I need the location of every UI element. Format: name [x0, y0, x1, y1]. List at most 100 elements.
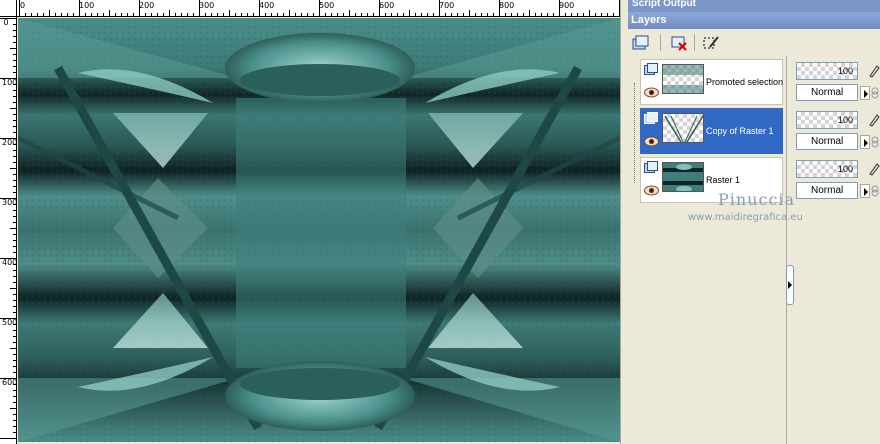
ruler-tick [187, 13, 188, 16]
tree-connector [634, 83, 635, 183]
ruler-tick [511, 13, 512, 16]
ruler-tick [13, 132, 16, 133]
ruler-tick [163, 13, 164, 16]
layer-row-copy-of-raster-1[interactable]: Copy of Raster 1 [640, 108, 783, 154]
ruler-tick [10, 288, 16, 289]
ruler-tick [529, 10, 530, 16]
ruler-tick [313, 13, 314, 16]
ruler-tick [67, 13, 68, 16]
ruler-label: 600 [379, 1, 395, 10]
edit-pen-icon[interactable] [868, 113, 880, 127]
ruler-tick [127, 13, 128, 16]
ruler-tick [13, 252, 16, 253]
ruler-tick [577, 13, 578, 16]
ruler-tick [91, 13, 92, 16]
ruler-tick [13, 294, 16, 295]
opacity-slider[interactable]: 100 [796, 62, 858, 80]
ruler-tick [79, 0, 80, 16]
ruler-tick [13, 426, 16, 427]
blend-mode-select[interactable]: Normal [796, 182, 858, 199]
image-canvas[interactable] [18, 18, 620, 442]
edit-pen-icon[interactable] [868, 162, 880, 176]
ruler-tick [0, 318, 16, 319]
ruler-tick [13, 120, 16, 121]
ruler-tick [247, 13, 248, 16]
blend-mode-select[interactable]: Normal [796, 84, 858, 101]
layers-panel-title[interactable]: Layers [628, 12, 880, 29]
edit-selection-button[interactable] [700, 32, 722, 53]
ruler-tick [13, 234, 16, 235]
ruler-tick [169, 10, 170, 16]
ruler-tick [13, 36, 16, 37]
edit-selection-icon [703, 35, 719, 48]
visibility-eye-icon[interactable] [644, 87, 659, 98]
ruler-tick [463, 13, 464, 16]
blend-mode-dropdown-arrow[interactable] [860, 184, 870, 198]
ruler-tick [409, 10, 410, 16]
ruler-label: 0 [3, 18, 9, 27]
ruler-tick [25, 13, 26, 16]
ruler-tick [223, 13, 224, 16]
opacity-slider[interactable]: 100 [796, 160, 858, 178]
ruler-tick [505, 13, 506, 16]
ruler-tick [379, 0, 380, 16]
ruler-label: 500 [319, 1, 335, 10]
blend-mode-dropdown-arrow[interactable] [860, 135, 870, 149]
ruler-tick [0, 78, 16, 79]
opacity-slider[interactable]: 100 [796, 111, 858, 129]
ruler-tick [217, 13, 218, 16]
ruler-label: 400 [2, 258, 17, 267]
ruler-tick [493, 13, 494, 16]
ruler-tick [13, 144, 16, 145]
edit-pen-icon[interactable] [868, 64, 880, 78]
ruler-tick [253, 13, 254, 16]
ruler-label: 300 [199, 1, 215, 10]
ruler-tick [139, 0, 140, 16]
ruler-tick [55, 13, 56, 16]
blend-mode-select[interactable]: Normal [796, 133, 858, 150]
ruler-label: 0 [20, 1, 26, 10]
ruler-tick [13, 312, 16, 313]
ruler-tick [10, 348, 16, 349]
opacity-value: 100 [837, 66, 853, 76]
ruler-tick [433, 13, 434, 16]
visibility-eye-icon[interactable] [644, 136, 659, 147]
psp-workspace: 0 100 200 300 400 500 600 700 800 900 0 … [0, 0, 880, 444]
link-icon[interactable] [870, 87, 880, 99]
ruler-corner [0, 0, 17, 17]
ruler-tick [13, 414, 16, 415]
panel-splitter[interactable] [786, 56, 794, 444]
ruler-tick [559, 0, 560, 16]
ruler-tick [211, 13, 212, 16]
script-output-panel-title[interactable]: Script Output [628, 0, 880, 12]
layer-row-promoted-selection[interactable]: Promoted selection [640, 59, 783, 105]
ruler-tick [13, 126, 16, 127]
delete-layer-button[interactable] [668, 32, 690, 53]
ruler-tick [121, 13, 122, 16]
ruler-tick [13, 72, 16, 73]
link-icon[interactable] [870, 185, 880, 197]
ruler-tick [43, 13, 44, 16]
visibility-eye-icon[interactable] [644, 185, 659, 196]
ruler-tick [307, 13, 308, 16]
link-icon[interactable] [870, 136, 880, 148]
ruler-tick [475, 13, 476, 16]
ruler-tick [13, 204, 16, 205]
ruler-tick [157, 13, 158, 16]
ruler-tick [73, 13, 74, 16]
ruler-tick [13, 276, 16, 277]
ruler-tick [13, 240, 16, 241]
ruler-tick [355, 13, 356, 16]
layers-toolbar [628, 29, 880, 56]
ruler-tick [547, 13, 548, 16]
ruler-tick [13, 90, 16, 91]
ruler-tick [175, 13, 176, 16]
ruler-tick [13, 54, 16, 55]
ruler-tick [601, 13, 602, 16]
ruler-tick [13, 342, 16, 343]
ruler-label: 100 [2, 78, 17, 87]
blend-mode-dropdown-arrow[interactable] [860, 86, 870, 100]
ruler-tick [13, 174, 16, 175]
ruler-tick [37, 13, 38, 16]
new-layer-button[interactable] [630, 32, 652, 53]
